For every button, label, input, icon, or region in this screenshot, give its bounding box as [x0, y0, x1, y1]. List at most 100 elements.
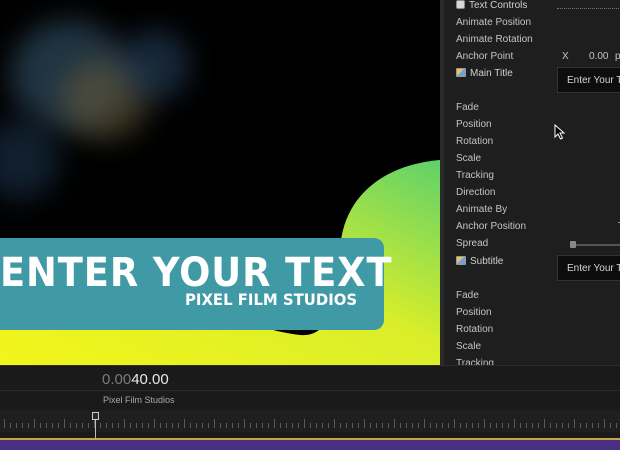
ruler-tick	[472, 423, 473, 428]
fade-label: Fade	[456, 102, 479, 113]
direction-label: Direction	[456, 187, 496, 198]
position-label: Position	[456, 119, 492, 130]
ruler-tick	[40, 423, 41, 428]
ruler-tick	[220, 423, 221, 428]
timeline-divider	[0, 390, 620, 391]
ruler-tick	[244, 419, 245, 428]
spread-label: Spread	[456, 238, 489, 249]
ruler-tick	[22, 423, 23, 428]
video-viewer[interactable]: ENTER YOUR TEXT PIXEL FILM STUDIOS	[0, 0, 440, 365]
ruler-tick	[292, 423, 293, 428]
ruler-tick	[172, 423, 173, 428]
ruler-tick	[460, 423, 461, 428]
ruler-tick	[454, 419, 455, 428]
ruler-tick	[424, 419, 425, 428]
ruler-tick	[148, 423, 149, 428]
anchor-x-value[interactable]: 0.00	[589, 51, 608, 62]
subtitle-row[interactable]: Subtitle	[456, 256, 503, 272]
ruler-tick	[58, 423, 59, 428]
ruler-tick	[112, 423, 113, 428]
ruler-tick	[262, 423, 263, 428]
ruler-tick	[154, 419, 155, 428]
ruler-tick	[304, 419, 305, 428]
ruler-tick	[532, 423, 533, 428]
ruler-tick	[286, 423, 287, 428]
ruler-tick	[550, 423, 551, 428]
ruler-tick	[604, 419, 605, 428]
ruler-tick	[412, 423, 413, 428]
ruler-tick	[142, 423, 143, 428]
ruler-tick	[268, 423, 269, 428]
main-title-input[interactable]: Enter Your Te	[557, 67, 620, 93]
ruler-tick	[106, 423, 107, 428]
ruler-tick	[346, 423, 347, 428]
ruler-tick	[76, 423, 77, 428]
ruler-tick	[196, 423, 197, 428]
animate-rotation-label: Animate Rotation	[456, 34, 533, 45]
rotation-label: Rotation	[456, 324, 494, 335]
checkbox-icon[interactable]	[456, 0, 465, 9]
timecode-display[interactable]: 0.0040.00	[102, 371, 169, 388]
ruler-tick	[520, 423, 521, 428]
ruler-tick	[28, 423, 29, 428]
ruler-tick	[16, 423, 17, 428]
main-title-row[interactable]: Main Title	[456, 68, 513, 84]
spread-slider-thumb[interactable]	[570, 241, 576, 248]
subtitle-text[interactable]: PIXEL FILM STUDIOS	[185, 290, 357, 309]
anchor-x-unit: px	[615, 51, 620, 62]
spread-slider-track[interactable]	[572, 244, 620, 246]
ruler-tick	[4, 419, 5, 428]
ruler-tick	[526, 423, 527, 428]
ruler-tick	[298, 423, 299, 428]
ruler-tick	[166, 423, 167, 428]
ruler-tick	[406, 423, 407, 428]
rotation-label: Rotation	[456, 136, 494, 147]
tracking-label: Tracking	[456, 170, 494, 181]
ruler-tick	[10, 423, 11, 428]
ruler-tick	[358, 423, 359, 428]
ruler-tick	[274, 419, 275, 428]
ruler-tick	[556, 423, 557, 428]
ruler-tick	[310, 423, 311, 428]
ruler-tick	[508, 423, 509, 428]
ruler-tick	[232, 423, 233, 428]
timeline-track[interactable]	[0, 438, 620, 450]
timecode-leading: 0.00	[102, 371, 132, 388]
ruler-tick	[376, 423, 377, 428]
ruler-tick	[448, 423, 449, 428]
ruler-tick	[250, 423, 251, 428]
subtitle-input[interactable]: Enter Your Te	[557, 255, 620, 281]
ruler-tick	[442, 423, 443, 428]
text-controls-row[interactable]: Text Controls	[456, 0, 527, 16]
ruler-tick	[190, 423, 191, 428]
ruler-tick	[238, 423, 239, 428]
ruler-tick	[484, 419, 485, 428]
ruler-tick	[226, 423, 227, 428]
ruler-tick	[436, 423, 437, 428]
ruler-tick	[184, 419, 185, 428]
mouse-pointer-icon	[554, 124, 566, 140]
ruler-tick	[364, 419, 365, 428]
ruler-tick	[160, 423, 161, 428]
ruler-tick	[70, 423, 71, 428]
ruler-tick	[214, 419, 215, 428]
ruler-tick	[574, 419, 575, 428]
ruler-tick	[334, 419, 335, 428]
fade-label: Fade	[456, 290, 479, 301]
ruler-tick	[256, 423, 257, 428]
ruler-tick	[610, 423, 611, 428]
ruler-tick	[316, 423, 317, 428]
ruler-tick	[124, 419, 125, 428]
timecode-value: 40.00	[131, 371, 169, 388]
ruler-tick	[544, 419, 545, 428]
ruler-tick	[430, 423, 431, 428]
scale-label: Scale	[456, 153, 482, 164]
ruler-tick	[478, 423, 479, 428]
ruler-tick	[34, 419, 35, 428]
ruler-tick	[100, 423, 101, 428]
ruler-tick	[580, 423, 581, 428]
ruler-tick	[496, 423, 497, 428]
ruler-tick	[586, 423, 587, 428]
playhead-handle[interactable]	[92, 412, 99, 420]
ruler-tick	[490, 423, 491, 428]
